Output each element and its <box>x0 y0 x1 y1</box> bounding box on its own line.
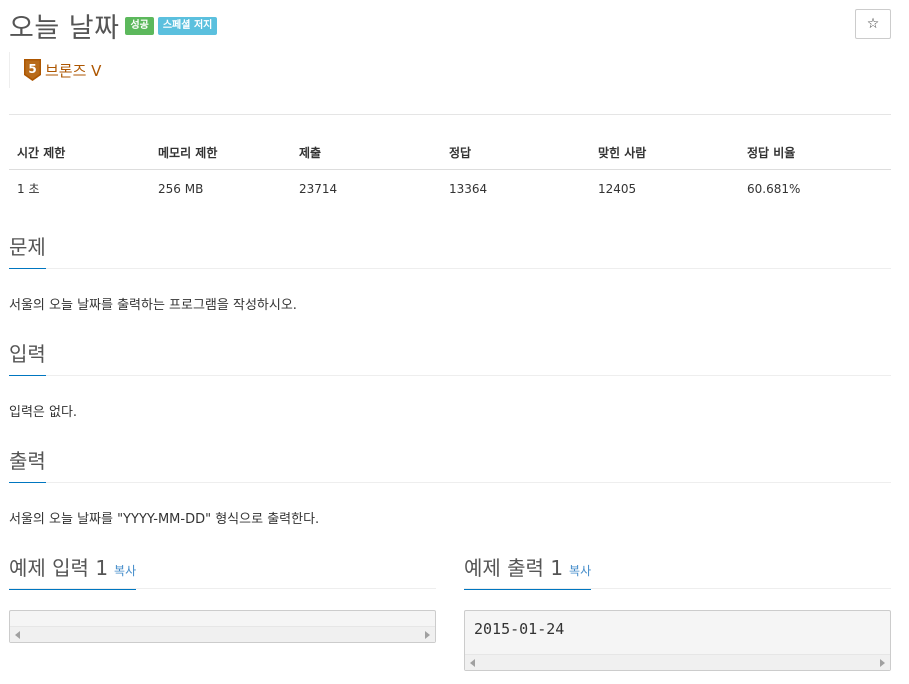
sample-output-panel: 예제 출력 1 복사 2015-01-24 <box>464 552 891 671</box>
value-submissions[interactable]: 23714 <box>291 170 441 206</box>
sample-input-title: 예제 입력 1 <box>9 556 109 580</box>
sample-input-scrollbar[interactable] <box>10 626 435 642</box>
copy-sample-output-link[interactable]: 복사 <box>569 564 591 578</box>
scroll-left-arrow-icon[interactable] <box>470 658 475 667</box>
sample-input-content <box>10 611 435 626</box>
problem-info-table: 시간 제한 메모리 제한 제출 정답 맞힌 사람 정답 비율 1 초 256 M… <box>9 136 891 205</box>
bronze-tier-icon: 5 <box>24 59 41 81</box>
value-accept-ratio: 60.681% <box>747 181 801 196</box>
sample-input-panel: 예제 입력 1 복사 <box>9 552 436 643</box>
tier-badge-shape: 5 <box>24 59 41 81</box>
problem-title: 오늘 날짜 <box>9 13 120 44</box>
special-judge-label: 스페셜 저지 <box>157 16 218 35</box>
value-solved-users[interactable]: 12405 <box>590 170 739 206</box>
description-title: 문제 <box>9 231 46 269</box>
sample-output-scrollbar[interactable] <box>465 654 890 670</box>
sample-output-content: 2015-01-24 <box>474 620 565 638</box>
input-section-head: 입력 <box>9 338 891 376</box>
header-accept-ratio: 정답 비율 <box>739 136 891 170</box>
output-body: 서울의 오늘 날짜를 "YYYY-MM-DD" 형식으로 출력한다. <box>9 512 320 527</box>
star-icon: ☆ <box>866 16 880 32</box>
sample-input-head: 예제 입력 1 복사 <box>9 552 436 590</box>
scroll-left-arrow-icon[interactable] <box>15 630 20 639</box>
header-divider <box>9 114 891 115</box>
description-body: 서울의 오늘 날짜를 출력하는 프로그램을 작성하시오. <box>9 298 297 313</box>
header-solved-users: 맞힌 사람 <box>590 136 739 170</box>
output-section-head: 출력 <box>9 445 891 483</box>
sample-output-head: 예제 출력 1 복사 <box>464 552 891 590</box>
tier-name[interactable]: 브론즈 V <box>45 60 101 81</box>
value-time-limit: 1 초 <box>17 182 40 196</box>
info-value-row: 1 초 256 MB 23714 13364 12405 60.681% <box>9 170 891 206</box>
problem-title-row: 오늘 날짜 성공 스페셜 저지 <box>9 6 218 45</box>
value-accepted[interactable]: 13364 <box>441 170 590 206</box>
sample-input-box[interactable] <box>9 610 436 643</box>
header-time-limit: 시간 제한 <box>9 136 150 170</box>
sample-input-heading: 예제 입력 1 복사 <box>9 552 137 590</box>
favorite-star-button[interactable]: ☆ <box>855 9 891 39</box>
input-title: 입력 <box>9 338 46 376</box>
description-section-head: 문제 <box>9 231 891 269</box>
scroll-right-arrow-icon[interactable] <box>425 630 430 639</box>
sample-output-box[interactable]: 2015-01-24 <box>464 610 891 671</box>
input-body: 입력은 없다. <box>9 405 78 420</box>
output-title: 출력 <box>9 445 46 483</box>
value-memory-limit: 256 MB <box>158 181 204 196</box>
tier-info: 5 브론즈 V <box>9 52 101 88</box>
copy-sample-input-link[interactable]: 복사 <box>114 564 136 578</box>
info-header-row: 시간 제한 메모리 제한 제출 정답 맞힌 사람 정답 비율 <box>9 136 891 170</box>
header-accepted: 정답 <box>441 136 590 170</box>
scroll-right-arrow-icon[interactable] <box>880 658 885 667</box>
header-memory-limit: 메모리 제한 <box>150 136 291 170</box>
header-submissions: 제출 <box>291 136 441 170</box>
success-label: 성공 <box>125 16 154 35</box>
sample-output-title: 예제 출력 1 <box>464 556 564 580</box>
sample-output-heading: 예제 출력 1 복사 <box>464 552 592 590</box>
tier-badge-number: 5 <box>28 62 36 76</box>
